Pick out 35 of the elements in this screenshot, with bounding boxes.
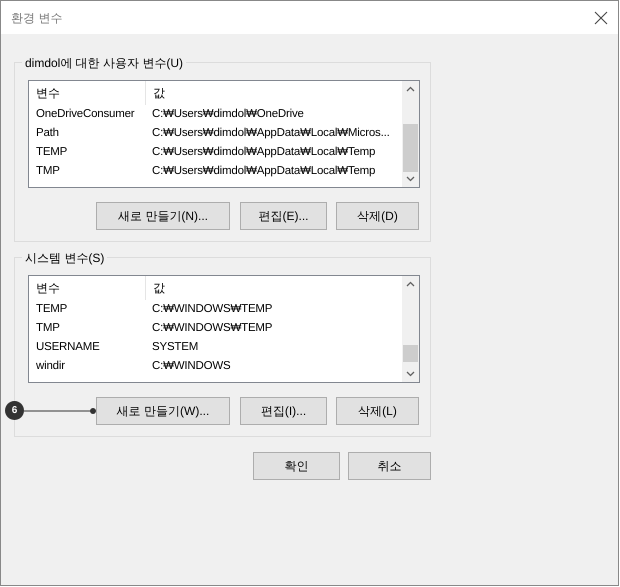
variable-name[interactable]: TMP <box>29 162 146 181</box>
dialog-button[interactable]: 편집(E)... <box>240 202 327 230</box>
scrollbar[interactable] <box>402 81 419 187</box>
scroll-thumb[interactable] <box>403 124 418 172</box>
column-header[interactable]: 변수 <box>29 81 146 105</box>
dialog-button[interactable]: 새로 만들기(W)... <box>96 397 230 425</box>
variable-name[interactable]: Path <box>29 124 146 143</box>
callout-badge: 6 <box>5 401 24 420</box>
variable-value[interactable]: C:₩WINDOWS₩TEMP <box>146 319 402 338</box>
variable-name[interactable]: TEMP <box>29 143 146 162</box>
variable-name[interactable]: TMP <box>29 319 146 338</box>
dialog-button[interactable]: 취소 <box>348 452 431 480</box>
variable-value[interactable]: C:₩Users₩dimdol₩AppData₩Local₩Micros... <box>146 124 402 143</box>
variable-name[interactable]: windir <box>29 357 146 376</box>
dialog-button[interactable]: 확인 <box>253 452 340 480</box>
variable-name[interactable]: TEMP <box>29 300 146 319</box>
variable-value[interactable]: C:₩WINDOWS <box>146 357 402 376</box>
dialog-button[interactable]: 삭제(L) <box>336 397 419 425</box>
column-header[interactable]: 값 <box>146 276 402 300</box>
window-title: 환경 변수 <box>11 10 62 26</box>
dialog-button[interactable]: 삭제(D) <box>336 202 419 230</box>
variable-value[interactable]: C:₩Users₩dimdol₩AppData₩Local₩Temp <box>146 143 402 162</box>
variable-value[interactable]: C:₩Users₩dimdol₩AppData₩Local₩Temp <box>146 162 402 181</box>
variable-value[interactable]: C:₩Users₩dimdol₩OneDrive <box>146 105 402 124</box>
close-icon[interactable] <box>594 10 608 24</box>
variable-name[interactable]: OneDriveConsumer <box>29 105 146 124</box>
variable-value[interactable]: SYSTEM <box>146 338 402 357</box>
column-header[interactable]: 변수 <box>29 276 146 300</box>
variable-name[interactable]: USERNAME <box>29 338 146 357</box>
scrollbar[interactable] <box>402 276 419 382</box>
dialog-button[interactable]: 새로 만들기(N)... <box>96 202 230 230</box>
column-header[interactable]: 값 <box>146 81 402 105</box>
dialog-button[interactable]: 편집(I)... <box>240 397 327 425</box>
scroll-thumb[interactable] <box>403 345 418 362</box>
variable-value[interactable]: C:₩WINDOWS₩TEMP <box>146 300 402 319</box>
